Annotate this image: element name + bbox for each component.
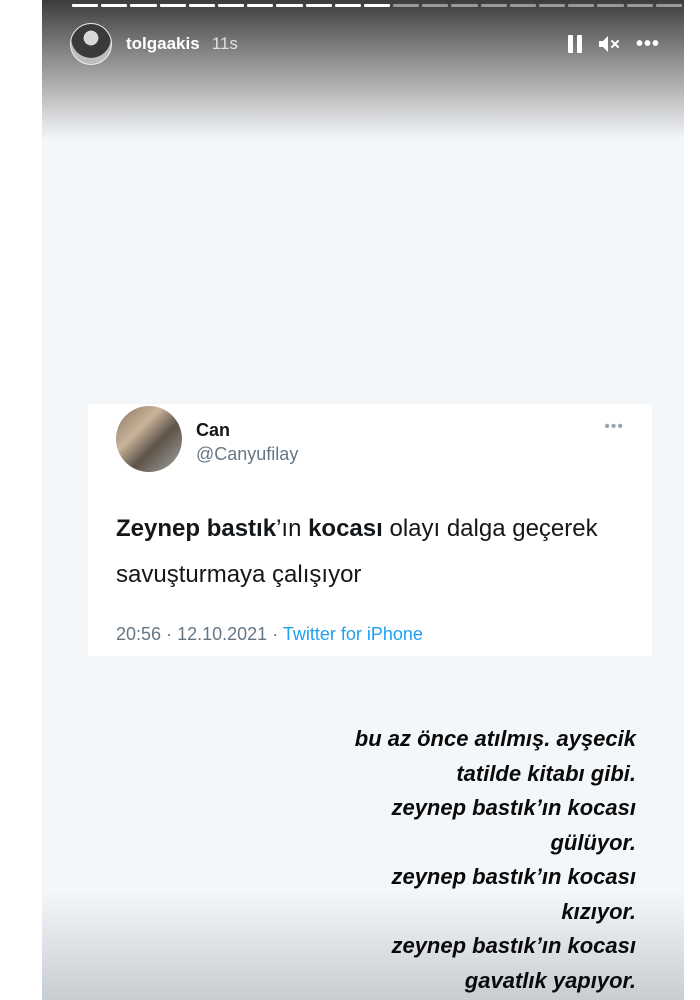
caption-line: bu az önce atılmış. ayşecik <box>354 726 636 751</box>
progress-segment <box>334 4 361 7</box>
progress-segment <box>247 4 274 7</box>
story-progress-bar <box>72 4 682 7</box>
progress-segment <box>480 4 507 7</box>
tweet-avatar <box>116 406 182 472</box>
progress-segment <box>451 4 478 7</box>
progress-segment <box>363 4 391 7</box>
tweet-author-name: Can <box>196 420 231 440</box>
story-header: tolgaakis 11s ••• <box>70 22 660 66</box>
pause-icon[interactable] <box>567 35 582 53</box>
progress-segment <box>509 4 536 7</box>
more-options-icon[interactable]: ••• <box>636 33 660 56</box>
caption-line: zeynep bastık’ın kocası <box>391 864 636 889</box>
tweet-card: Can @Canyufilay ••• Zeynep bastık’ın koc… <box>88 404 652 656</box>
tweet-text-bold-2: kocası <box>308 515 383 542</box>
progress-segment <box>393 4 420 7</box>
progress-segment <box>539 4 566 7</box>
tweet-more-icon: ••• <box>604 418 624 435</box>
tweet-text-part-1: ’ın <box>276 515 309 542</box>
progress-segment <box>101 4 128 7</box>
progress-segment <box>597 4 624 7</box>
story-time: 11s <box>211 34 238 53</box>
progress-segment <box>130 4 157 7</box>
progress-segment <box>276 4 303 7</box>
progress-segment <box>568 4 595 7</box>
tweet-author-handle: @Canyufilay <box>196 444 299 464</box>
progress-segment <box>217 4 245 7</box>
tweet-source: Twitter for iPhone <box>282 624 423 644</box>
progress-segment <box>159 4 186 7</box>
avatar[interactable] <box>70 23 112 65</box>
tweet-text-bold-1: Zeynep bastık <box>116 515 277 542</box>
top-gradient <box>42 0 684 140</box>
progress-segment <box>72 4 99 7</box>
caption-line: tatilde kitabı gibi. <box>456 760 636 786</box>
caption-line: gülüyor. <box>550 829 636 855</box>
tweet-text: Zeynep bastık’ın kocası olayı dalga geçe… <box>116 506 616 598</box>
story-controls: ••• <box>567 33 660 56</box>
progress-segment <box>626 4 653 7</box>
tweet-time: 20:56 <box>116 624 162 644</box>
tweet-date: 12.10.2021 <box>177 624 268 644</box>
progress-segment <box>188 4 215 7</box>
caption-line: zeynep bastık’ın kocası <box>391 933 636 958</box>
tweet-meta: 20:56 · 12.10.2021 · Twitter for iPhone <box>116 624 423 645</box>
story-viewer[interactable]: tolgaakis 11s ••• Can @Canyufilay ••• Ze… <box>42 0 684 1000</box>
username[interactable]: tolgaakis <box>126 34 200 54</box>
meta-separator: · <box>166 624 173 644</box>
speaker-muted-icon[interactable] <box>598 35 620 53</box>
meta-separator: · <box>272 624 279 644</box>
progress-segment <box>422 4 449 7</box>
caption-line: gavatlık yapıyor. <box>464 967 636 993</box>
story-caption: bu az önce atılmış. ayşecik tatilde kita… <box>216 722 636 998</box>
caption-line: zeynep bastık’ın kocası <box>391 795 636 820</box>
progress-segment <box>655 4 682 7</box>
progress-segment <box>305 4 332 7</box>
caption-line: kızıyor. <box>561 898 636 924</box>
